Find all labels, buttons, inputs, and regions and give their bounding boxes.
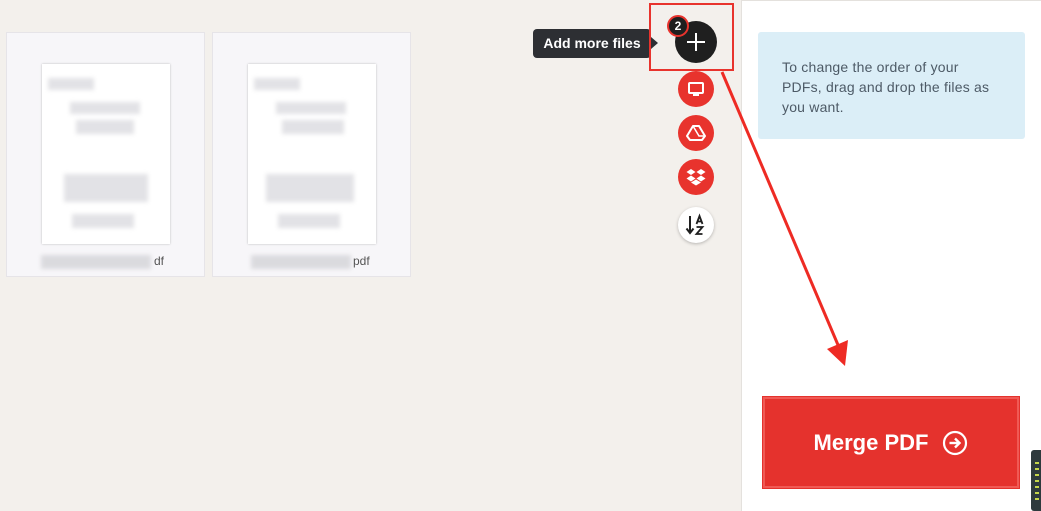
file-name: pdf xyxy=(213,251,412,273)
sort-alphabetically-button[interactable] xyxy=(678,207,714,243)
merge-pdf-label: Merge PDF xyxy=(813,429,929,455)
plus-icon xyxy=(687,33,705,51)
google-drive-icon xyxy=(686,125,706,141)
file-card[interactable]: pdf xyxy=(212,32,411,277)
file-card[interactable]: df xyxy=(6,32,205,277)
side-widget[interactable] xyxy=(1031,450,1041,511)
pdf-thumbnail xyxy=(248,64,376,244)
arrow-right-circle-icon xyxy=(943,430,968,455)
file-workspace: df pdf Add more files 2 xyxy=(0,0,741,511)
sort-az-icon xyxy=(685,213,705,235)
file-extension: df xyxy=(154,254,165,268)
pdf-thumbnail xyxy=(42,64,170,244)
file-count-badge: 2 xyxy=(667,15,689,37)
upload-from-dropbox-button[interactable] xyxy=(678,159,714,195)
upload-from-computer-button[interactable] xyxy=(678,71,714,107)
dropbox-icon xyxy=(686,169,706,186)
file-name: df xyxy=(7,251,206,273)
file-extension: pdf xyxy=(353,254,370,268)
reorder-help-text: To change the order of your PDFs, drag a… xyxy=(782,59,990,115)
monitor-icon xyxy=(688,82,704,96)
merge-pdf-button[interactable]: Merge PDF xyxy=(763,397,1019,488)
sidebar-divider xyxy=(742,0,1041,1)
reorder-help-box: To change the order of your PDFs, drag a… xyxy=(758,32,1025,139)
upload-from-google-drive-button[interactable] xyxy=(678,115,714,151)
add-more-files-tooltip: Add more files xyxy=(533,29,651,58)
